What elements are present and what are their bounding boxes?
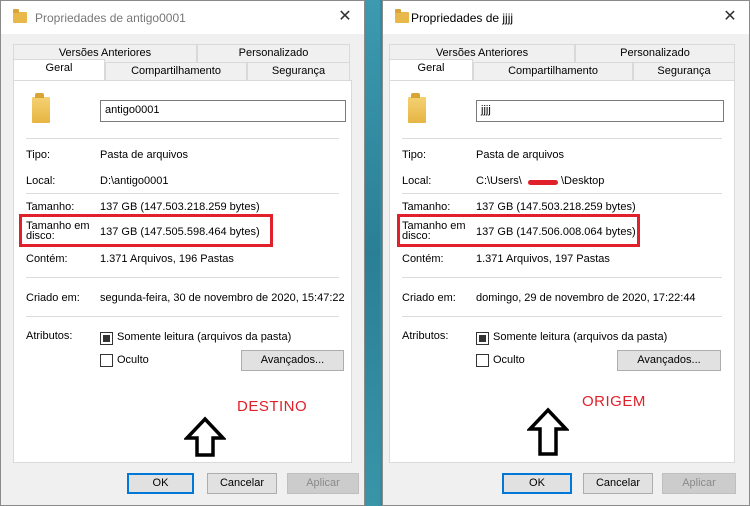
cancel-button[interactable]: Cancelar bbox=[583, 473, 653, 494]
hidden-label: Oculto bbox=[493, 354, 525, 366]
folder-name-input[interactable]: antigo0001 bbox=[100, 100, 346, 122]
general-panel: antigo0001 Tipo: Pasta de arquivos Local… bbox=[13, 80, 352, 463]
tab-seguranca[interactable]: Segurança bbox=[633, 62, 735, 80]
separator bbox=[402, 193, 722, 194]
separator bbox=[26, 138, 339, 139]
up-arrow-icon bbox=[527, 407, 569, 456]
tab-personalizado[interactable]: Personalizado bbox=[197, 44, 350, 62]
hidden-checkbox[interactable] bbox=[100, 354, 113, 367]
tab-strip: Versões Anteriores Personalizado Geral C… bbox=[13, 44, 352, 80]
separator bbox=[402, 138, 722, 139]
folder-icon bbox=[408, 93, 426, 123]
window-title: Propriedades de antigo0001 bbox=[35, 11, 186, 25]
ok-button[interactable]: OK bbox=[127, 473, 194, 494]
tab-personalizado[interactable]: Personalizado bbox=[575, 44, 735, 62]
cancel-button[interactable]: Cancelar bbox=[207, 473, 277, 494]
separator bbox=[26, 277, 339, 278]
separator bbox=[26, 193, 339, 194]
annotation-origem: ORIGEM bbox=[582, 393, 646, 410]
read-only-label: Somente leitura (arquivos da pasta) bbox=[117, 331, 292, 343]
hidden-label: Oculto bbox=[117, 354, 149, 366]
hidden-checkbox[interactable] bbox=[476, 354, 489, 367]
folder-icon bbox=[13, 9, 27, 23]
tab-compartilhamento[interactable]: Compartilhamento bbox=[473, 62, 633, 80]
apply-button[interactable]: Aplicar bbox=[662, 473, 736, 494]
separator bbox=[402, 316, 722, 317]
advanced-button[interactable]: Avançados... bbox=[617, 350, 721, 371]
tab-geral[interactable]: Geral bbox=[389, 59, 473, 80]
tab-seguranca[interactable]: Segurança bbox=[247, 62, 350, 80]
window-title: Propriedades de jjjj bbox=[411, 11, 514, 25]
apply-button[interactable]: Aplicar bbox=[287, 473, 359, 494]
separator bbox=[402, 277, 722, 278]
redaction-mark bbox=[528, 180, 558, 185]
folder-icon bbox=[32, 93, 50, 123]
annotation-destino: DESTINO bbox=[237, 398, 308, 415]
read-only-checkbox[interactable] bbox=[100, 332, 113, 345]
up-arrow-icon bbox=[184, 416, 226, 457]
read-only-label: Somente leitura (arquivos da pasta) bbox=[493, 331, 668, 343]
folder-icon bbox=[395, 9, 409, 23]
highlight-box bbox=[19, 214, 273, 247]
highlight-box bbox=[397, 214, 640, 247]
close-icon[interactable]: ✕ bbox=[721, 8, 739, 26]
title-bar[interactable]: Propriedades de antigo0001 ✕ bbox=[1, 1, 364, 34]
ok-button[interactable]: OK bbox=[502, 473, 572, 494]
separator bbox=[26, 316, 339, 317]
general-panel: jjjj Tipo: Pasta de arquivos Local: C:\U… bbox=[389, 80, 735, 463]
tab-compartilhamento[interactable]: Compartilhamento bbox=[105, 62, 247, 80]
folder-name-input[interactable]: jjjj bbox=[476, 100, 724, 122]
read-only-checkbox[interactable] bbox=[476, 332, 489, 345]
title-bar[interactable]: Propriedades de jjjj ✕ bbox=[383, 1, 749, 34]
advanced-button[interactable]: Avançados... bbox=[241, 350, 344, 371]
tab-geral[interactable]: Geral bbox=[13, 59, 105, 80]
properties-window-destino: Propriedades de antigo0001 ✕ Versões Ant… bbox=[0, 0, 365, 506]
tab-strip: Versões Anteriores Personalizado Geral C… bbox=[389, 44, 737, 80]
properties-window-origem: Propriedades de jjjj ✕ Versões Anteriore… bbox=[382, 0, 750, 506]
close-icon[interactable]: ✕ bbox=[336, 8, 354, 26]
